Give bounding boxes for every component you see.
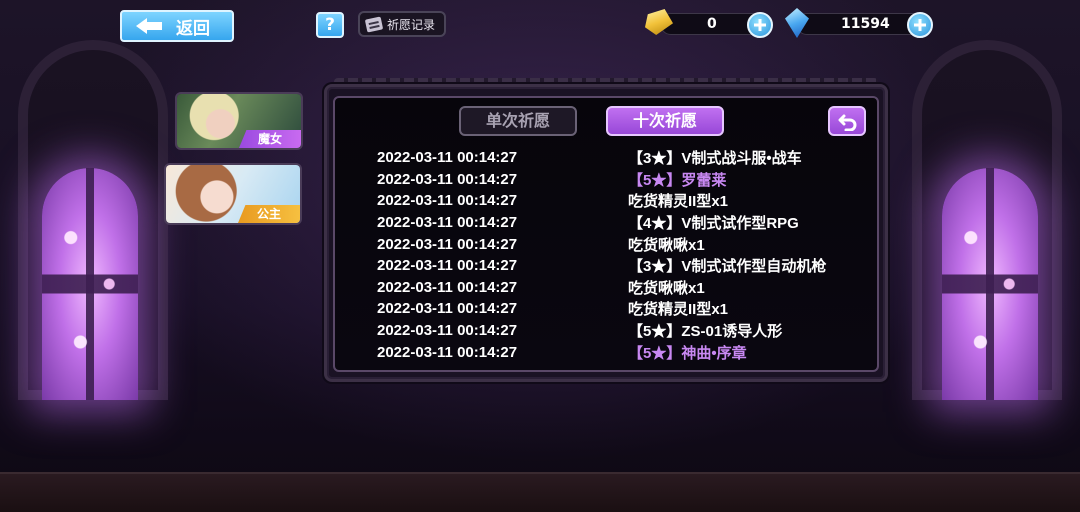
gem-amount: 11594 <box>841 16 890 32</box>
record-row: 2022-03-11 00:14:27 【3★】V制式战斗服•战车 <box>370 147 850 169</box>
record-item: 【3★】V制式试作型自动机枪 <box>628 258 827 276</box>
record-row: 2022-03-11 00:14:27 吃货精灵II型x1 <box>370 190 850 212</box>
record-item: 【3★】V制式战斗服•战车 <box>628 150 802 168</box>
record-item: 吃货精灵II型x1 <box>628 301 729 319</box>
record-item: 【5★】罗蕾莱 <box>628 171 727 189</box>
wish-record-list: 2022-03-11 00:14:27 【3★】V制式战斗服•战车 2022-0… <box>370 147 850 363</box>
record-row: 2022-03-11 00:14:27 【5★】罗蕾莱 <box>370 169 850 191</box>
character-label-witch: 魔女 <box>239 130 301 148</box>
record-time: 2022-03-11 00:14:27 <box>377 214 518 232</box>
help-button[interactable]: ? <box>316 12 344 38</box>
record-time: 2022-03-11 00:14:27 <box>377 343 518 361</box>
record-time: 2022-03-11 00:14:27 <box>377 278 518 296</box>
record-item: 【5★】神曲•序章 <box>628 344 747 362</box>
record-item: 【5★】ZS-01诱导人形 <box>628 323 783 341</box>
record-time: 2022-03-11 00:14:27 <box>377 300 518 318</box>
record-row: 2022-03-11 00:14:27 【5★】神曲•序章 <box>370 341 850 363</box>
record-time: 2022-03-11 00:14:27 <box>377 235 518 253</box>
add-gold-button[interactable] <box>747 12 773 38</box>
gold-currency-bar: 0 <box>645 9 773 38</box>
wish-record-label: 祈愿记录 <box>387 17 436 32</box>
record-item: 吃货啾啾x1 <box>628 279 705 297</box>
return-button[interactable] <box>828 106 866 136</box>
left-stained-glass-window <box>42 168 138 400</box>
tab-single-wish[interactable]: 单次祈愿 <box>459 106 577 136</box>
right-stained-glass-window <box>942 168 1038 400</box>
record-time: 2022-03-11 00:14:27 <box>377 257 518 275</box>
record-time: 2022-03-11 00:14:27 <box>377 322 518 340</box>
add-gem-button[interactable] <box>907 12 933 38</box>
record-time: 2022-03-11 00:14:27 <box>377 192 518 210</box>
wish-record-button[interactable]: 祈愿记录 <box>358 11 446 37</box>
record-item: 吃货啾啾x1 <box>628 236 705 254</box>
record-row: 2022-03-11 00:14:27 吃货精灵II型x1 <box>370 298 850 320</box>
record-time: 2022-03-11 00:14:27 <box>377 170 518 188</box>
back-button[interactable]: 返回 <box>120 10 234 42</box>
back-button-label: 返回 <box>176 18 210 39</box>
gold-amount: 0 <box>707 16 717 32</box>
gem-currency-bar: 11594 <box>785 8 933 38</box>
record-row: 2022-03-11 00:14:27 【4★】V制式试作型RPG <box>370 212 850 234</box>
character-label-princess: 公主 <box>238 205 300 223</box>
return-arrow-icon <box>838 114 857 131</box>
back-arrow-icon <box>136 18 162 34</box>
record-row: 2022-03-11 00:14:27 吃货啾啾x1 <box>370 277 850 299</box>
record-row: 2022-03-11 00:14:27 【3★】V制式试作型自动机枪 <box>370 255 850 277</box>
record-row: 2022-03-11 00:14:27 吃货啾啾x1 <box>370 233 850 255</box>
scroll-icon <box>364 15 384 33</box>
record-item: 吃货精灵II型x1 <box>628 193 729 211</box>
character-tab-witch[interactable]: 魔女 <box>175 92 303 150</box>
tab-ten-wish[interactable]: 十次祈愿 <box>606 106 724 136</box>
record-row: 2022-03-11 00:14:27 【5★】ZS-01诱导人形 <box>370 320 850 342</box>
record-item: 【4★】V制式试作型RPG <box>628 215 799 233</box>
floor <box>0 472 1080 512</box>
record-time: 2022-03-11 00:14:27 <box>377 149 518 167</box>
character-tab-princess[interactable]: 公主 <box>164 163 302 225</box>
